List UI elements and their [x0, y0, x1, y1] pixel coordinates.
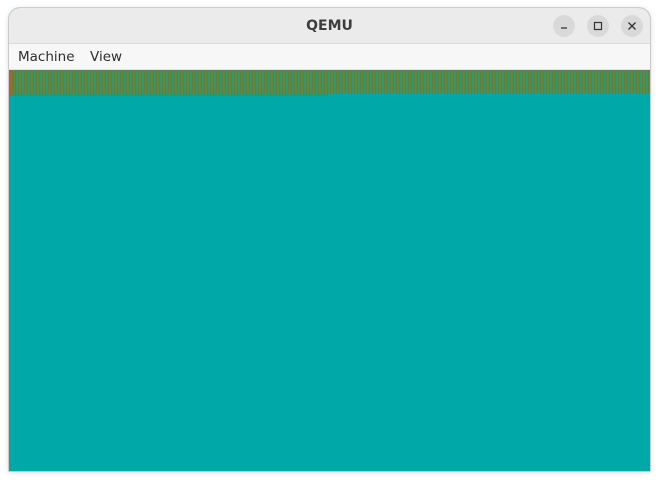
- display-stripe-artifact: [9, 70, 650, 94]
- qemu-window: QEMU Machine View: [9, 8, 650, 471]
- menu-machine[interactable]: Machine: [18, 44, 75, 70]
- maximize-button[interactable]: [587, 15, 609, 37]
- vm-display[interactable]: [9, 70, 650, 471]
- desktop: QEMU Machine View: [0, 0, 660, 480]
- display-stripe-edge: [9, 70, 11, 96]
- display-stripe-artifact-extension: [9, 94, 329, 96]
- menu-bar: Machine View: [9, 44, 650, 70]
- close-button[interactable]: [621, 15, 643, 37]
- minimize-icon: [559, 21, 569, 31]
- minimize-button[interactable]: [553, 15, 575, 37]
- menu-view[interactable]: View: [90, 44, 122, 70]
- maximize-icon: [593, 21, 603, 31]
- close-icon: [627, 21, 637, 31]
- title-bar[interactable]: QEMU: [9, 8, 650, 44]
